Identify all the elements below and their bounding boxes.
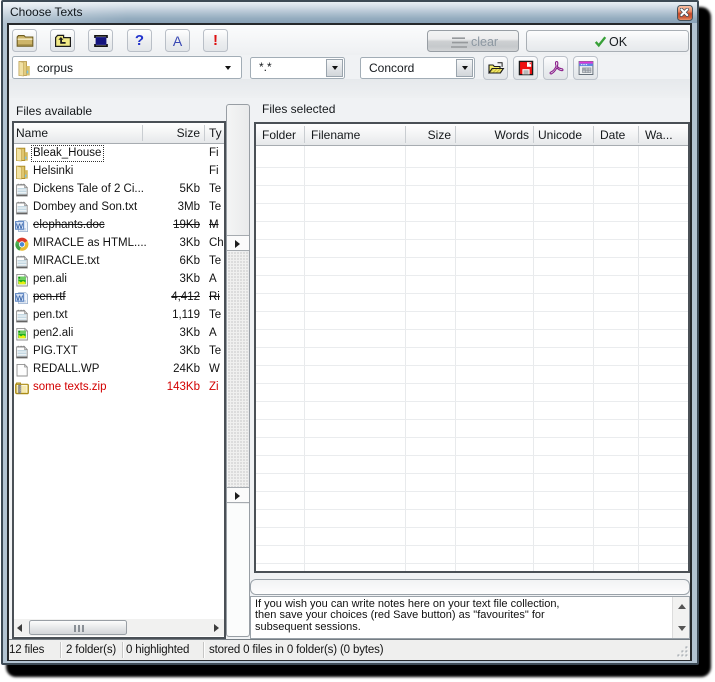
svg-text:W: W bbox=[16, 221, 24, 230]
svg-text:W: W bbox=[16, 293, 24, 302]
